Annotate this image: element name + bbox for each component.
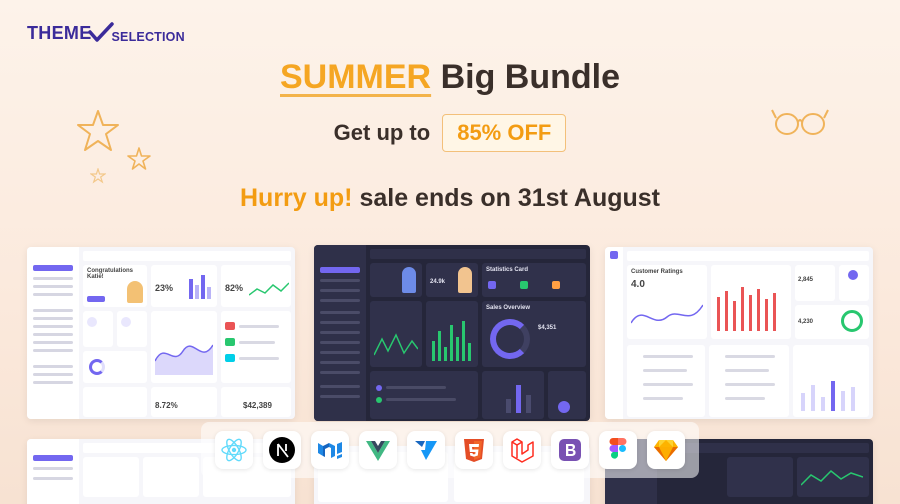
theme-selection-logo[interactable]: THEME SELECTION [27,22,185,44]
headline-rest: Big Bundle [440,58,620,96]
headline-highlight: SUMMER [280,58,432,96]
logo-theme-text: THEME [27,23,92,43]
preview-stat-4: 8.72% [155,401,178,410]
figma-icon[interactable] [599,431,637,469]
logo-selection-text: SELECTION [111,30,185,44]
preview-sidebar [27,247,79,419]
preview-right-stat-1: 4.0 [631,279,645,290]
tiny-star-icon [90,168,106,184]
dashboard-preview-light-right: Customer Ratings 4.0 2,845 4,230 [605,247,873,419]
preview-right-stat-2: 2,845 [798,277,814,283]
dashboard-preview-light-left: Congratulations Katie! 23% 82% 8.72% $42… [27,247,295,419]
dashboard-preview-dark-center: 24.9k Statistics Card Sales Overview $4,… [314,245,590,421]
nextjs-icon[interactable] [263,431,301,469]
preview-right-stat-3: 4,230 [798,319,814,325]
preview-dark-stat-2: $4,351 [538,325,557,331]
mui-icon[interactable] [311,431,349,469]
vuetify-icon[interactable] [407,431,445,469]
bootstrap-icon[interactable] [551,431,589,469]
preview-dark-sales: Sales Overview [486,305,531,311]
preview-right-title: Customer Ratings [631,269,683,275]
hurry-rest: sale ends on 31st August [359,184,660,212]
starfish-icon [77,110,119,151]
vue-icon[interactable] [359,431,397,469]
preview-card-title: Congratulations Katie! [87,268,133,280]
small-star-icon [127,147,151,170]
hurry-highlight: Hurry up! [240,184,353,212]
discount-badge: 85% OFF [442,114,567,152]
sunglasses-icon [771,109,829,135]
offer-prefix: Get up to [333,120,431,145]
logo-check-icon [87,22,114,42]
preview-dark-title: Statistics Card [486,267,529,273]
react-icon[interactable] [215,431,253,469]
preview-stat-2: 82% [225,283,244,293]
preview-stat-1: 23% [155,283,174,293]
preview-sidebar-collapsed [605,247,623,419]
sketch-icon[interactable] [647,431,685,469]
sale-deadline: Hurry up! sale ends on 31st August [0,184,900,213]
banner-headline: SUMMER Big Bundle [0,58,900,97]
tech-stack-bar [201,422,699,478]
laravel-icon[interactable] [503,431,541,469]
preview-stat-3: $42,389 [243,401,272,410]
html5-icon[interactable] [455,431,493,469]
preview-dark-stat-1: 24.9k [430,279,446,285]
preview-sidebar-dark [314,245,366,421]
